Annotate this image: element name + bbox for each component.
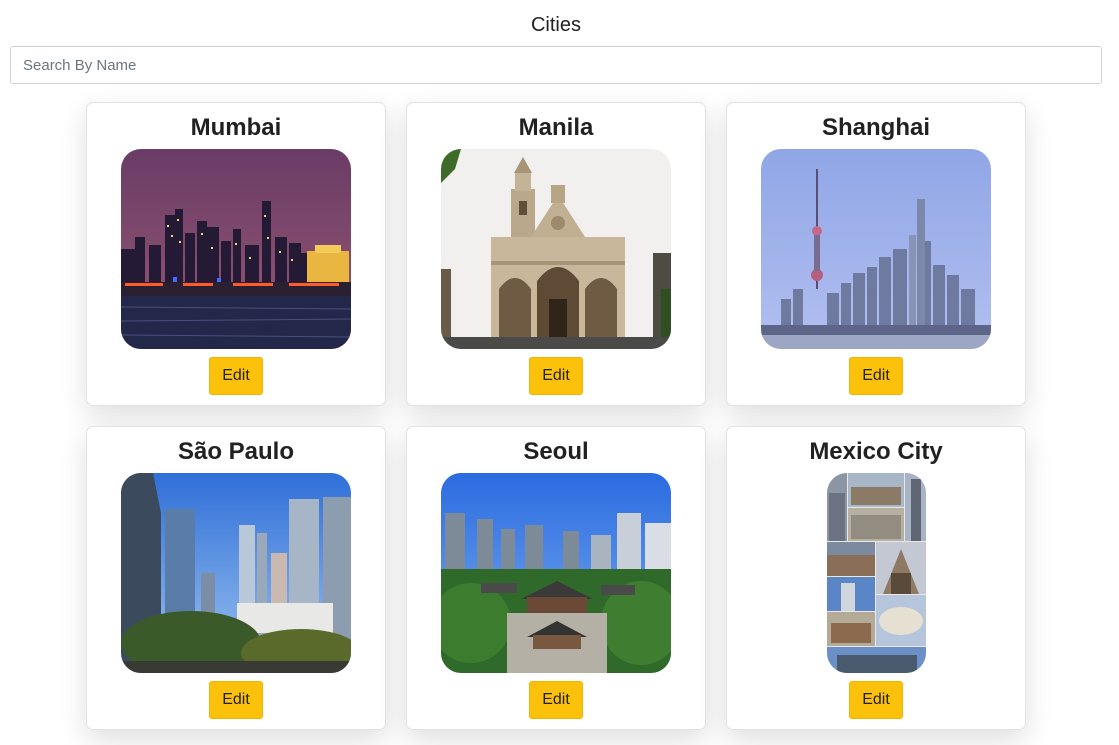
city-photo-seoul bbox=[441, 473, 671, 673]
city-card-manila: Manila Edit bbox=[406, 102, 706, 406]
page-title: Cities bbox=[530, 14, 581, 36]
city-photo-mumbai bbox=[121, 149, 351, 349]
city-name: São Paulo bbox=[177, 438, 295, 465]
city-name: Mumbai bbox=[190, 114, 282, 141]
edit-button-mumbai[interactable]: Edit bbox=[209, 357, 263, 395]
search-input[interactable] bbox=[10, 46, 1102, 84]
edit-button-seoul[interactable]: Edit bbox=[529, 681, 583, 719]
edit-button-shanghai[interactable]: Edit bbox=[849, 357, 903, 395]
city-photo-manila bbox=[441, 149, 671, 349]
city-card-mumbai: Mumbai Edit bbox=[86, 102, 386, 406]
city-name: Shanghai bbox=[821, 114, 930, 141]
city-card-sao-paulo: São Paulo Edit bbox=[86, 426, 386, 730]
city-card-shanghai: Shanghai Edit bbox=[726, 102, 1026, 406]
city-photo-shanghai bbox=[761, 149, 991, 349]
city-photo-sao-paulo bbox=[121, 473, 351, 673]
city-name: Manila bbox=[518, 114, 594, 141]
edit-button-sao-paulo[interactable]: Edit bbox=[209, 681, 263, 719]
city-photo-mexico-city bbox=[827, 473, 926, 673]
edit-button-mexico-city[interactable]: Edit bbox=[849, 681, 903, 719]
city-card-mexico-city: Mexico City Edit bbox=[726, 426, 1026, 730]
city-name: Seoul bbox=[523, 438, 589, 465]
city-name: Mexico City bbox=[809, 438, 943, 465]
city-card-seoul: Seoul Edit bbox=[406, 426, 706, 730]
edit-button-manila[interactable]: Edit bbox=[529, 357, 583, 395]
